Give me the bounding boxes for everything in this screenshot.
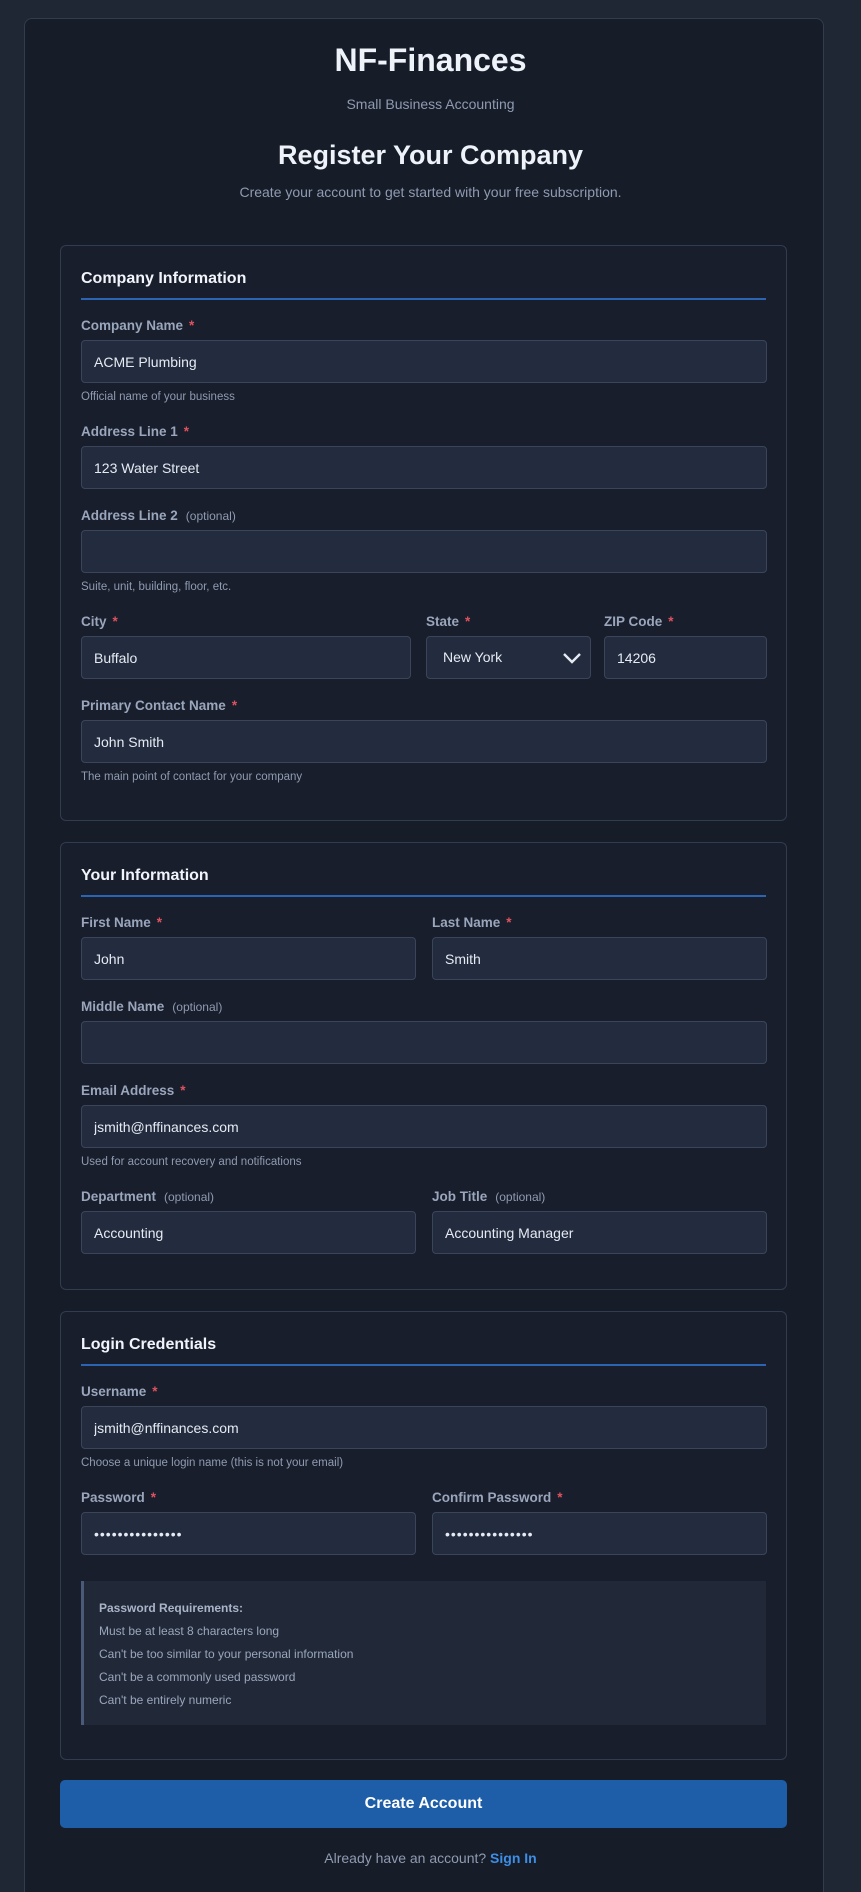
password-input[interactable] bbox=[81, 1512, 416, 1555]
address-line-1-label: Address Line 1 * bbox=[81, 424, 190, 439]
section-divider bbox=[81, 1364, 766, 1366]
address-line-2-help: Suite, unit, building, floor, etc. bbox=[81, 581, 232, 593]
address-line-2-label: Address Line 2 (optional) bbox=[81, 508, 236, 523]
zip-code-label: ZIP Code * bbox=[604, 614, 674, 629]
brand-subtitle: Small Business Accounting bbox=[346, 96, 515, 112]
primary-contact-label: Primary Contact Name * bbox=[81, 698, 238, 713]
email-label: Email Address * bbox=[81, 1083, 186, 1098]
confirm-password-label: Confirm Password * bbox=[432, 1490, 563, 1505]
job-title-label: Job Title (optional) bbox=[432, 1189, 546, 1204]
password-requirements: Password Requirements: Must be at least … bbox=[81, 1581, 766, 1725]
address-line-1-input[interactable] bbox=[81, 446, 767, 489]
first-name-input[interactable] bbox=[81, 937, 416, 980]
address-line-2-input[interactable] bbox=[81, 530, 767, 573]
state-selected-value: New York bbox=[443, 649, 503, 665]
page-title: Register Your Company bbox=[277, 140, 584, 170]
company-information-section: Company Information Company Name* Offici… bbox=[60, 245, 787, 821]
login-credentials-section: Login Credentials Username* Choose a uni… bbox=[60, 1311, 787, 1760]
email-input[interactable] bbox=[81, 1105, 767, 1148]
state-label: State * bbox=[426, 614, 471, 629]
department-input[interactable] bbox=[81, 1211, 416, 1254]
middle-name-label: Middle Name (optional) bbox=[81, 999, 223, 1014]
section-divider bbox=[81, 298, 766, 300]
primary-contact-help: The main point of contact for your compa… bbox=[81, 771, 303, 783]
create-account-button[interactable]: Create Account bbox=[60, 1780, 787, 1828]
city-label: City * bbox=[81, 614, 118, 629]
sign-in-link[interactable]: Sign In bbox=[490, 1850, 537, 1866]
password-label: Password * bbox=[81, 1490, 157, 1505]
first-name-label: First Name * bbox=[81, 915, 163, 930]
section-title: Login Credentials bbox=[81, 1336, 217, 1353]
department-label: Department (optional) bbox=[81, 1189, 215, 1204]
job-title-input[interactable] bbox=[432, 1211, 767, 1254]
requirement-item: Must be at least 8 characters long bbox=[99, 1624, 280, 1638]
username-input[interactable] bbox=[81, 1406, 767, 1449]
company-name-input[interactable] bbox=[81, 340, 767, 383]
chevron-down-icon bbox=[563, 653, 581, 664]
requirement-item: Can't be a commonly used password bbox=[99, 1670, 296, 1684]
state-select[interactable]: New York bbox=[426, 636, 591, 679]
email-help: Used for account recovery and notificati… bbox=[81, 1156, 302, 1168]
sign-in-prompt-text: Already have an account? bbox=[324, 1850, 487, 1866]
sign-in-prompt: Already have an account? Sign In bbox=[0, 1850, 861, 1866]
middle-name-input[interactable] bbox=[81, 1021, 767, 1064]
requirement-item: Can't be too similar to your personal in… bbox=[99, 1647, 354, 1661]
zip-code-input[interactable] bbox=[604, 636, 767, 679]
last-name-label: Last Name * bbox=[432, 915, 512, 930]
company-name-help: Official name of your business bbox=[81, 391, 235, 403]
username-label: Username * bbox=[81, 1384, 158, 1399]
primary-contact-input[interactable] bbox=[81, 720, 767, 763]
section-title: Your Information bbox=[81, 867, 209, 884]
your-information-section: Your Information First Name* Last Name* … bbox=[60, 842, 787, 1290]
last-name-input[interactable] bbox=[432, 937, 767, 980]
company-name-label: Company Name * bbox=[81, 318, 195, 333]
section-divider bbox=[81, 895, 766, 897]
requirement-item: Can't be entirely numeric bbox=[99, 1693, 232, 1707]
page-subtitle: Create your account to get started with … bbox=[239, 184, 622, 200]
username-help: Choose a unique login name (this is not … bbox=[81, 1457, 344, 1469]
confirm-password-input[interactable] bbox=[432, 1512, 767, 1555]
city-input[interactable] bbox=[81, 636, 411, 679]
brand-title: NF-Finances bbox=[334, 42, 527, 78]
section-title: Company Information bbox=[81, 270, 247, 287]
password-requirements-title: Password Requirements: bbox=[99, 1601, 244, 1615]
